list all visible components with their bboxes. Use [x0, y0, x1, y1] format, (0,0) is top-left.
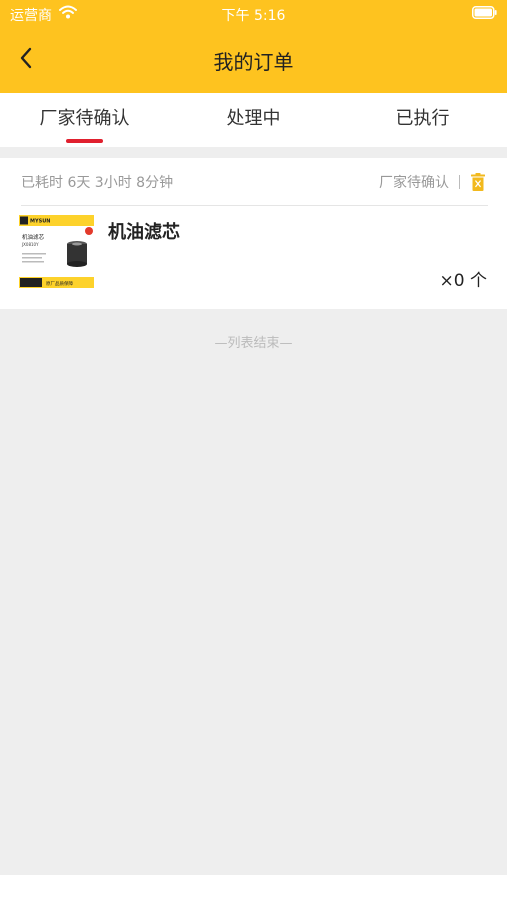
- elapsed-time: 已耗时 6天 3小时 8分钟: [21, 175, 174, 191]
- battery-icon: [472, 6, 497, 19]
- product-image-name: 机油滤芯: [22, 233, 45, 241]
- order-status: 厂家待确认: [379, 175, 449, 191]
- status-time: 下午 5:16: [221, 8, 286, 24]
- product-image-code: JX0810Y: [21, 242, 39, 247]
- product-image[interactable]: MYSUN 机油滤芯 JX0810Y 原厂品质保障: [19, 215, 94, 290]
- card-divider: [21, 205, 488, 206]
- list-end-text: —列表结束—: [214, 336, 293, 351]
- product-quantity: ×0 个: [439, 271, 487, 291]
- trash-icon[interactable]: [471, 173, 485, 191]
- bottom-safe-area: [0, 875, 507, 900]
- tab-executed[interactable]: 已执行: [338, 93, 507, 147]
- active-tab-indicator: [66, 139, 103, 143]
- product-image-badge: 原厂品质保障: [46, 280, 73, 287]
- tab-processing[interactable]: 处理中: [169, 93, 338, 147]
- product-image-brand: MYSUN: [30, 219, 50, 225]
- app-header: 运营商 下午 5:16 我的订单: [0, 0, 507, 93]
- nav-bar: 我的订单: [0, 28, 507, 93]
- page-title: 我的订单: [213, 50, 294, 74]
- order-tabs: 厂家待确认 处理中 已执行: [0, 93, 507, 147]
- order-card[interactable]: 已耗时 6天 3小时 8分钟 厂家待确认 MYSUN 机油滤芯 JX0810Y …: [0, 158, 507, 309]
- status-divider: [459, 175, 460, 189]
- status-bar: 运营商 下午 5:16: [0, 0, 507, 28]
- product-name: 机油滤芯: [108, 222, 180, 243]
